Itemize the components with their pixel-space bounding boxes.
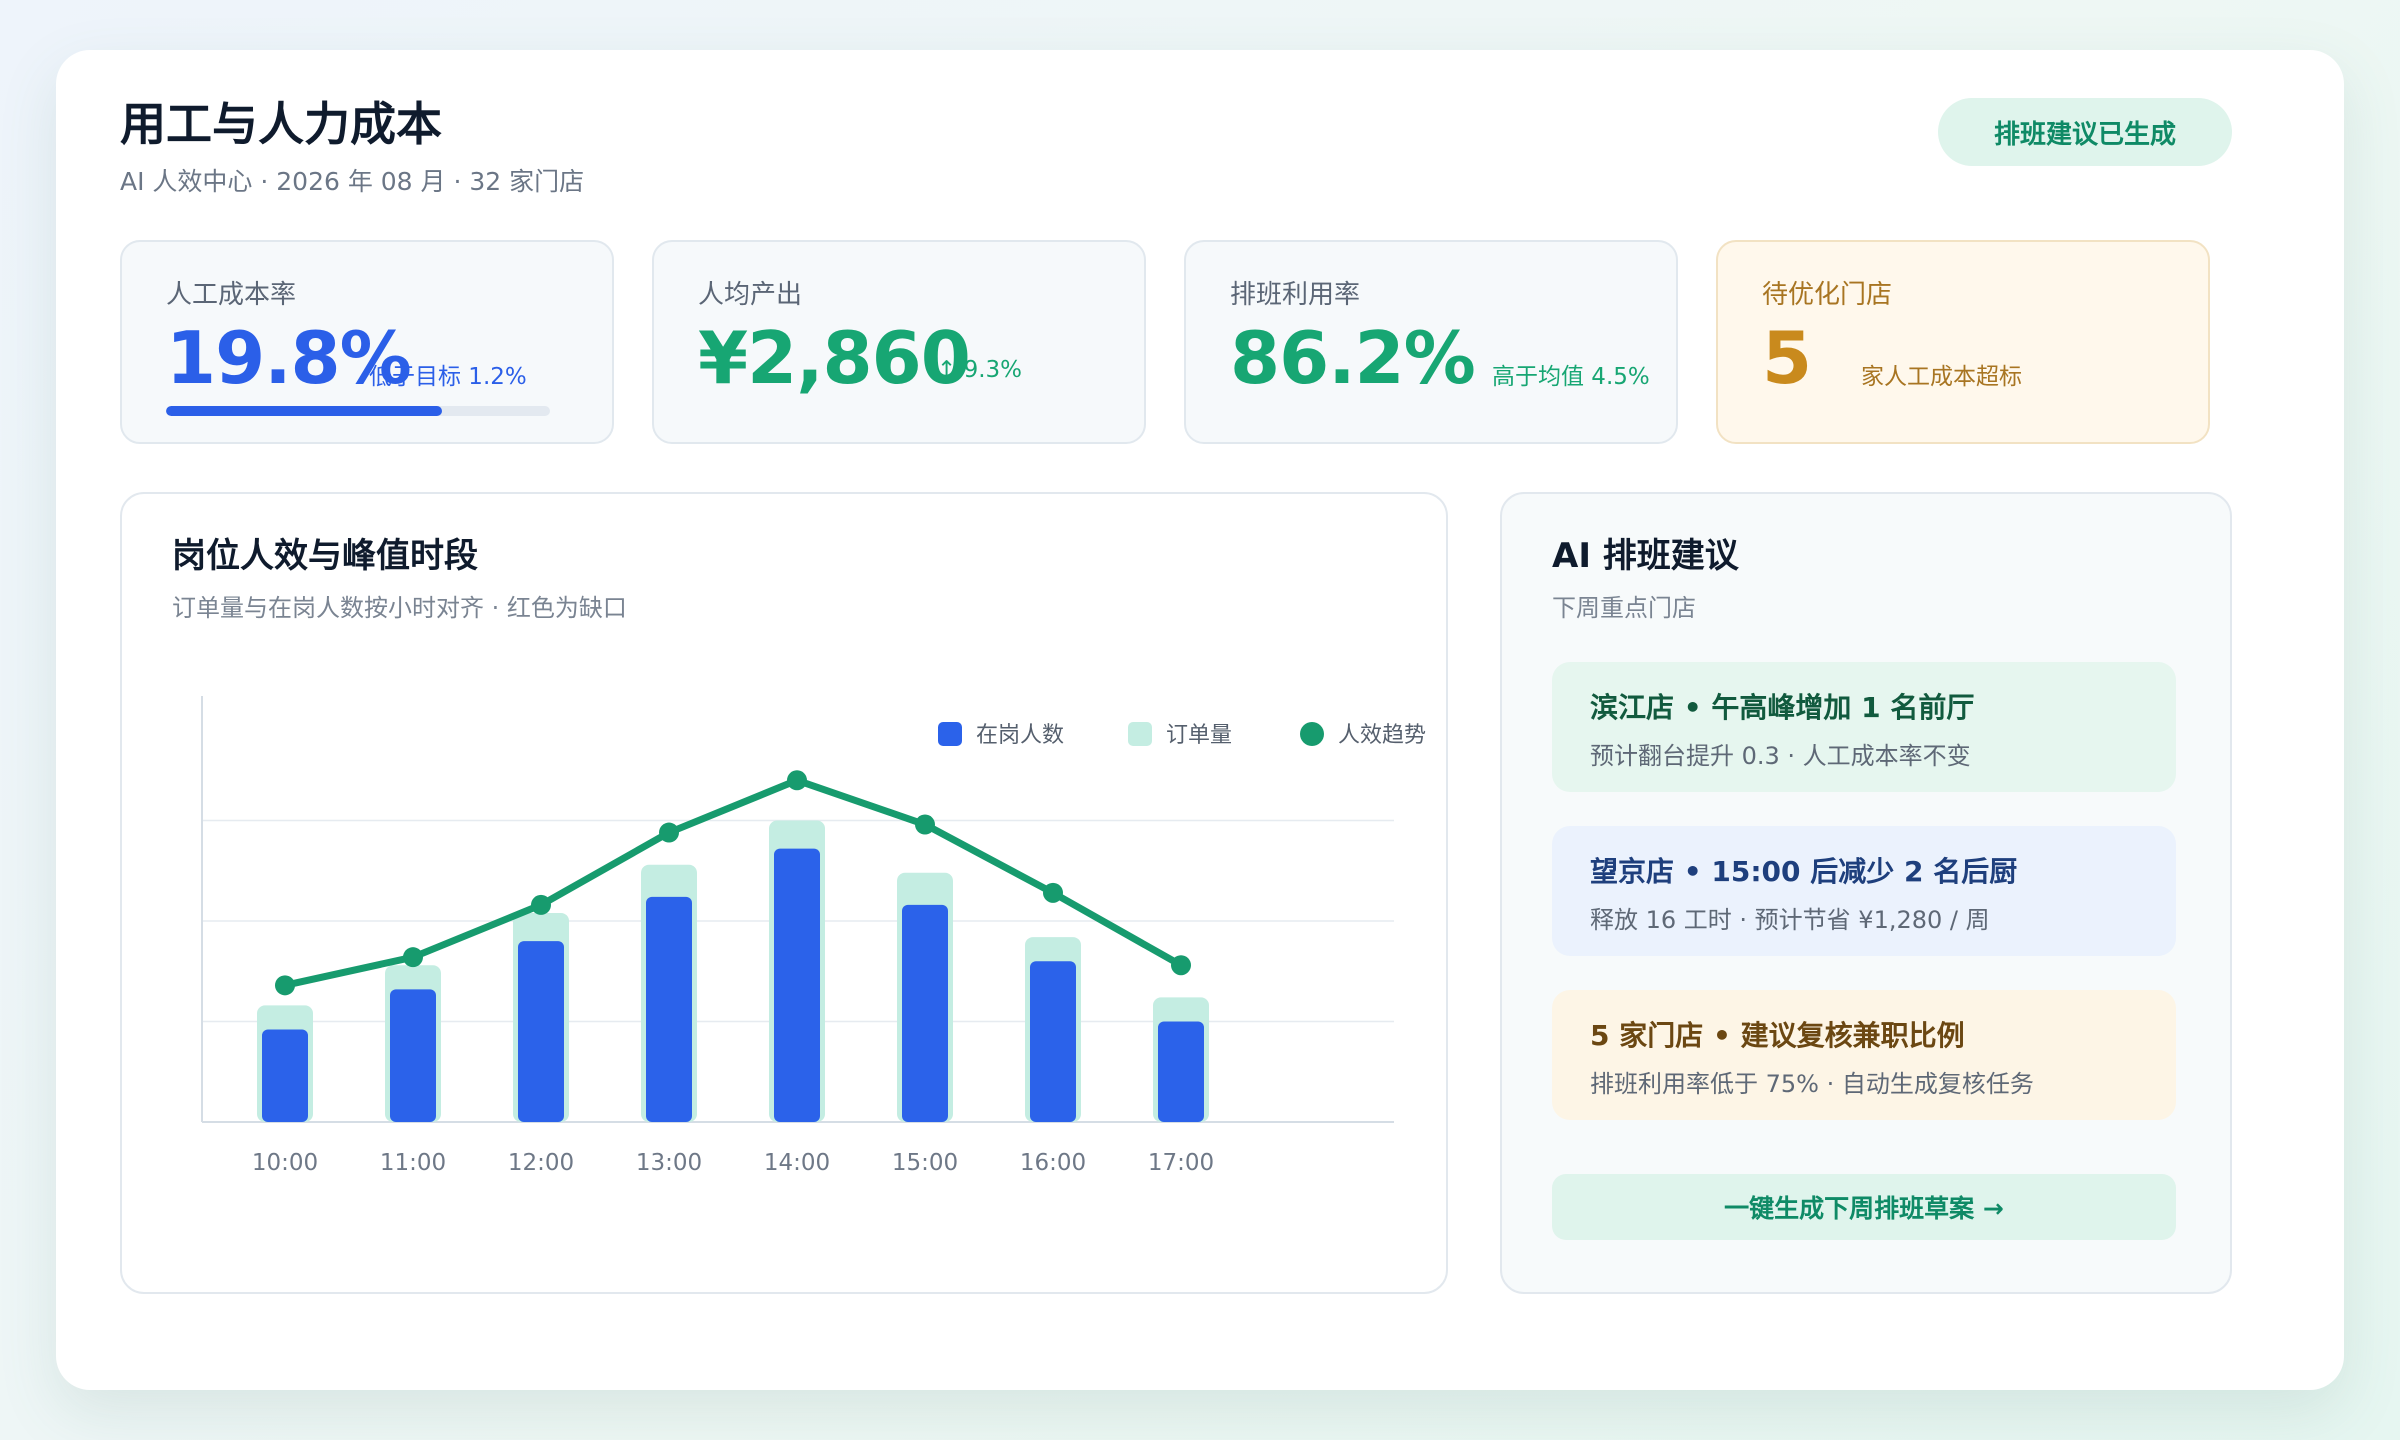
trend-point: [659, 822, 679, 843]
suggestion-title: 5 家门店 • 建议复核兼职比例: [1590, 1019, 1965, 1052]
staff-count-bar: [646, 896, 692, 1122]
ai-schedule-panel: AI 排班建议 下周重点门店 滨江店 • 午高峰增加 1 名前厅 预计翻台提升 …: [1500, 492, 2232, 1294]
legend-label: 在岗人数: [976, 723, 1064, 748]
x-tick-label: 14:00: [764, 1150, 830, 1176]
labor-cost-progress-fill: [166, 406, 443, 416]
generate-schedule-draft-button[interactable]: 一键生成下周排班草案 →: [1552, 1174, 2176, 1240]
legend-swatch: [938, 722, 962, 746]
trend-point: [403, 947, 423, 968]
legend-label: 人效趋势: [1338, 723, 1426, 748]
trend-point: [915, 814, 935, 835]
suggestion-title: 滨江店 • 午高峰增加 1 名前厅: [1590, 691, 1975, 724]
kpi-value: 5: [1762, 316, 1812, 400]
trend-point: [531, 894, 551, 915]
page-title: 用工与人力成本: [120, 97, 442, 151]
ai-panel-title: AI 排班建议: [1552, 536, 1739, 576]
suggestion-title: 望京店 • 15:00 后减少 2 名后厨: [1590, 855, 2018, 888]
suggestion-card-wangjing[interactable]: 望京店 • 15:00 后减少 2 名后厨 释放 16 工时 · 预计节省 ¥1…: [1552, 826, 2176, 956]
suggestion-detail: 预计翻台提升 0.3 · 人工成本率不变: [1590, 742, 1971, 770]
trend-point: [787, 770, 807, 791]
kpi-value: ¥2,860: [698, 316, 971, 400]
kpi-label: 排班利用率: [1230, 280, 1361, 310]
hourly-efficiency-chart: 10:00 11:00 12:00 13:00 14:00 15:00 16:00 17:00…: [201, 696, 1426, 1176]
staff-count-bar: [1030, 961, 1076, 1122]
dashboard-card: 用工与人力成本 AI 人效中心 · 2026 年 08 月 · 32 家门店 排…: [56, 50, 2344, 1390]
kpi-value: 86.2%: [1230, 316, 1476, 400]
x-tick-label: 11:00: [380, 1150, 446, 1176]
trend-point: [275, 975, 295, 996]
kpi-label: 待优化门店: [1762, 280, 1893, 310]
x-tick-label: 13:00: [636, 1150, 702, 1176]
trend-point: [1043, 882, 1063, 903]
kpi-stores-to-optimize[interactable]: 待优化门店 5 家人工成本超标: [1716, 240, 2210, 444]
kpi-note: 家人工成本超标: [1861, 364, 2022, 390]
kpi-note: 低于目标 1.2%: [369, 364, 527, 390]
staff-count-bar: [262, 1029, 308, 1122]
kpi-note: ↑ 9.3%: [937, 357, 1022, 383]
staff-count-bar: [902, 904, 948, 1122]
x-tick-label: 15:00: [892, 1150, 958, 1176]
legend-label: 订单量: [1166, 723, 1232, 748]
kpi-note-text: 9.3%: [963, 357, 1023, 383]
kpi-labor-cost-rate[interactable]: 人工成本率 19.8% 低于目标 1.2%: [120, 240, 614, 444]
staff-count-bar: [518, 941, 564, 1122]
x-tick-label: 17:00: [1148, 1150, 1214, 1176]
staff-count-bar: [390, 989, 436, 1122]
suggestion-card-part-time[interactable]: 5 家门店 • 建议复核兼职比例 排班利用率低于 75% · 自动生成复核任务: [1552, 990, 2176, 1120]
suggestion-card-binjiang[interactable]: 滨江店 • 午高峰增加 1 名前厅 预计翻台提升 0.3 · 人工成本率不变: [1552, 662, 2176, 792]
ai-panel-subtitle: 下周重点门店: [1552, 594, 1696, 622]
chart-panel: 岗位人效与峰值时段 订单量与在岗人数按小时对齐 · 红色为缺口 10:00 11:…: [120, 492, 1448, 1294]
suggestion-detail: 排班利用率低于 75% · 自动生成复核任务: [1590, 1070, 2034, 1098]
kpi-note: 高于均值 4.5%: [1492, 364, 1650, 390]
suggestion-detail: 释放 16 工时 · 预计节省 ¥1,280 / 周: [1590, 906, 1990, 934]
x-tick-label: 12:00: [508, 1150, 574, 1176]
schedule-status-badge[interactable]: 排班建议已生成: [1938, 98, 2232, 166]
labor-cost-progress-bar: [166, 406, 550, 416]
legend-swatch: [1128, 722, 1152, 746]
kpi-label: 人工成本率: [166, 280, 297, 310]
kpi-output-per-person[interactable]: 人均产出 ¥2,860 ↑ 9.3%: [652, 240, 1146, 444]
staff-count-bar: [774, 848, 820, 1122]
staff-count-bar: [1158, 1021, 1204, 1122]
trend-point: [1171, 955, 1191, 976]
x-tick-label: 10:00: [252, 1150, 318, 1176]
trend-up-icon: ↑: [937, 357, 957, 383]
page-subtitle: AI 人效中心 · 2026 年 08 月 · 32 家门店: [120, 167, 585, 196]
kpi-schedule-utilization[interactable]: 排班利用率 86.2% 高于均值 4.5%: [1184, 240, 1678, 444]
x-tick-label: 16:00: [1020, 1150, 1086, 1176]
legend-swatch: [1300, 722, 1324, 746]
kpi-label: 人均产出: [698, 280, 803, 310]
